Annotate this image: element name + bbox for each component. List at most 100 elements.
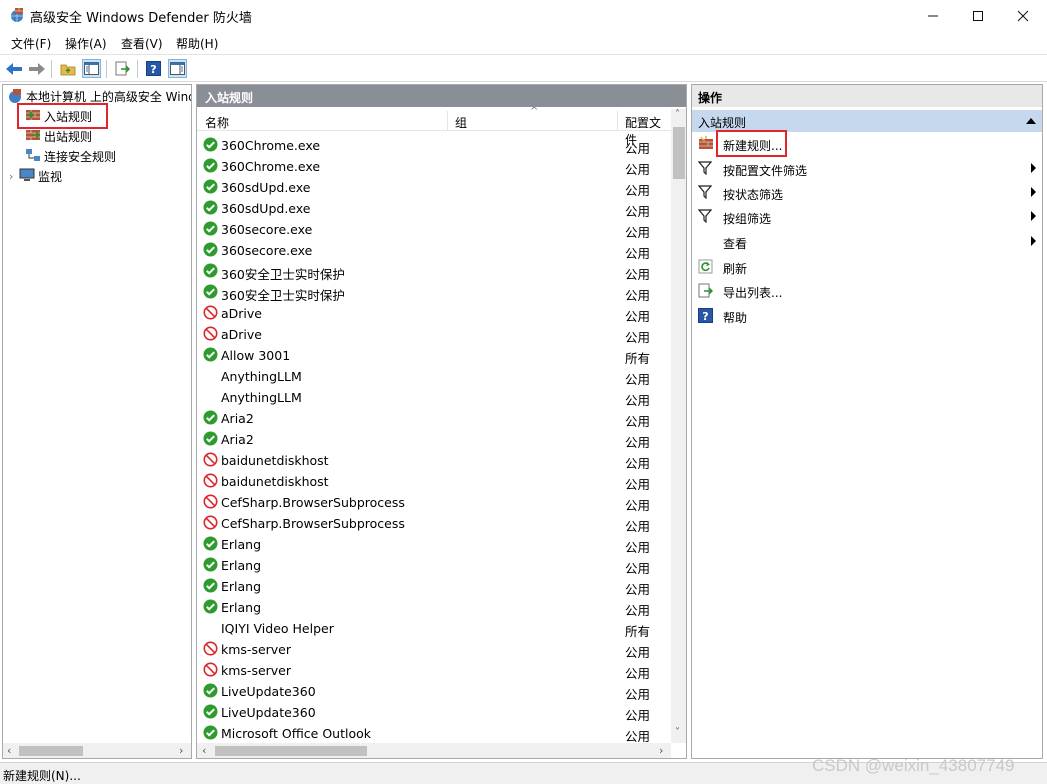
table-row[interactable]: CefSharp.BrowserSubprocess 公用 <box>197 513 671 534</box>
rule-name: IQIYI Video Helper <box>221 621 334 636</box>
tree-item-monitoring[interactable]: › 监视 <box>9 167 62 185</box>
table-row[interactable]: LiveUpdate360 公用 <box>197 681 671 702</box>
tree-item-outbound[interactable]: 出站规则 <box>25 127 92 145</box>
column-group[interactable]: 组 <box>455 114 467 131</box>
maximize-button[interactable] <box>955 0 1001 31</box>
table-row[interactable]: CefSharp.BrowserSubprocess 公用 <box>197 492 671 513</box>
close-button[interactable] <box>1000 0 1046 31</box>
table-row[interactable]: Erlang 公用 <box>197 555 671 576</box>
rule-profile: 公用 <box>625 498 651 513</box>
inbound-highlight-box <box>17 103 108 129</box>
rule-profile: 公用 <box>625 204 651 219</box>
action-item[interactable]: 查看 <box>692 231 1042 253</box>
table-row[interactable]: aDrive 公用 <box>197 303 671 324</box>
table-row[interactable]: Aria2 公用 <box>197 408 671 429</box>
column-headers: 名称 组 ^ 配置文件 <box>197 106 671 147</box>
actions-header: 操作 <box>692 85 1042 107</box>
tree-horizontal-scrollbar[interactable]: ‹ › <box>3 743 191 758</box>
collapse-up-icon[interactable] <box>1026 118 1036 124</box>
chevron-right-icon[interactable]: › <box>9 170 19 183</box>
table-row[interactable]: kms-server 公用 <box>197 660 671 681</box>
scroll-left-icon[interactable]: ‹ <box>7 744 11 757</box>
table-row[interactable]: baidunetdiskhost 公用 <box>197 471 671 492</box>
table-row[interactable]: 360secore.exe 公用 <box>197 240 671 261</box>
rule-profile: 公用 <box>625 183 651 198</box>
sort-caret-icon: ^ <box>530 106 539 117</box>
action-label: 刷新 <box>723 262 748 276</box>
actions-pane: 操作 入站规则 新建规则... 按配置文件筛选 按状态筛选 按组筛选 查看 刷新 导出列表.… <box>691 84 1043 759</box>
table-row[interactable]: LiveUpdate360 公用 <box>197 702 671 723</box>
up-folder-icon[interactable] <box>58 59 77 78</box>
block-icon <box>203 641 218 656</box>
table-row[interactable]: Allow 3001 所有 <box>197 345 671 366</box>
tree-scroll-thumb[interactable] <box>19 746 83 756</box>
menu-file[interactable]: 文件(F) <box>11 35 51 52</box>
scroll-up-icon[interactable]: ˄ <box>675 109 680 120</box>
table-row[interactable]: 360安全卫士实时保护 公用 <box>197 282 671 303</box>
table-row[interactable]: kms-server 公用 <box>197 639 671 660</box>
table-row[interactable]: AnythingLLM 公用 <box>197 387 671 408</box>
export-icon[interactable] <box>113 59 132 78</box>
forward-arrow-icon[interactable] <box>27 59 46 78</box>
rule-name: Allow 3001 <box>221 348 291 363</box>
rules-vscroll-thumb[interactable] <box>673 127 685 179</box>
tree-item-connection-security[interactable]: 连接安全规则 <box>25 147 116 165</box>
column-name[interactable]: 名称 <box>205 114 229 131</box>
back-arrow-icon[interactable] <box>4 59 23 78</box>
title-bar: 高级安全 Windows Defender 防火墙 <box>0 0 1047 31</box>
rule-name: 360Chrome.exe <box>221 159 321 174</box>
table-row[interactable]: 360secore.exe 公用 <box>197 219 671 240</box>
rules-hscroll-thumb[interactable] <box>215 746 367 756</box>
table-row[interactable]: baidunetdiskhost 公用 <box>197 450 671 471</box>
svg-text:?: ? <box>702 310 708 323</box>
table-row[interactable]: IQIYI Video Helper 所有 <box>197 618 671 639</box>
action-item[interactable]: 刷新 <box>692 256 1042 278</box>
rule-profile: 公用 <box>625 582 651 597</box>
table-row[interactable]: Erlang 公用 <box>197 576 671 597</box>
scroll-right-icon[interactable]: › <box>179 744 183 757</box>
action-item[interactable]: 按组筛选 <box>692 206 1042 228</box>
scroll-left-icon[interactable]: ‹ <box>202 744 206 757</box>
help-icon[interactable]: ? <box>144 59 163 78</box>
menu-view[interactable]: 查看(V) <box>121 35 163 52</box>
table-row[interactable]: 360Chrome.exe 公用 <box>197 156 671 177</box>
action-item[interactable]: ? 帮助 <box>692 305 1042 327</box>
table-row[interactable]: 360sdUpd.exe 公用 <box>197 177 671 198</box>
table-row[interactable]: AnythingLLM 公用 <box>197 366 671 387</box>
show-action-pane-icon[interactable] <box>168 59 187 78</box>
table-row[interactable]: Erlang 公用 <box>197 534 671 555</box>
table-row[interactable]: Aria2 公用 <box>197 429 671 450</box>
rule-profile: 公用 <box>625 225 651 240</box>
action-item[interactable]: 按状态筛选 <box>692 182 1042 204</box>
table-row[interactable]: aDrive 公用 <box>197 324 671 345</box>
action-item[interactable]: 按配置文件筛选 <box>692 158 1042 180</box>
status-text: 新建规则(N)... <box>3 769 81 783</box>
scroll-down-icon[interactable]: ˅ <box>675 727 680 738</box>
minimize-button[interactable] <box>910 0 956 31</box>
table-row[interactable]: Microsoft Office Outlook 公用 <box>197 723 671 744</box>
table-row[interactable]: Erlang 公用 <box>197 597 671 618</box>
table-row[interactable]: 360安全卫士实时保护 公用 <box>197 261 671 282</box>
menu-help[interactable]: 帮助(H) <box>176 35 218 52</box>
rule-profile: 公用 <box>625 309 651 324</box>
menu-action[interactable]: 操作(A) <box>65 35 107 52</box>
allow-check-icon <box>203 200 218 215</box>
table-row[interactable]: 360sdUpd.exe 公用 <box>197 198 671 219</box>
show-tree-icon[interactable] <box>82 59 101 78</box>
rule-name: aDrive <box>221 306 262 321</box>
action-item[interactable]: 导出列表... <box>692 280 1042 302</box>
tree-item-connection-security-label: 连接安全规则 <box>44 149 117 164</box>
action-label: 按状态筛选 <box>723 188 784 202</box>
connection-security-icon <box>25 148 41 164</box>
rule-name: Aria2 <box>221 411 254 426</box>
rule-name: 360secore.exe <box>221 243 313 258</box>
rule-profile: 公用 <box>625 456 651 471</box>
rule-name: Aria2 <box>221 432 254 447</box>
allow-check-icon <box>203 347 218 362</box>
scroll-right-icon[interactable]: › <box>659 744 663 757</box>
action-label: 按配置文件筛选 <box>723 164 808 178</box>
rules-vertical-scrollbar[interactable] <box>671 109 686 743</box>
actions-section-inbound[interactable]: 入站规则 <box>692 110 1042 132</box>
rule-name: LiveUpdate360 <box>221 684 316 699</box>
table-row[interactable]: 360Chrome.exe 公用 <box>197 135 671 156</box>
